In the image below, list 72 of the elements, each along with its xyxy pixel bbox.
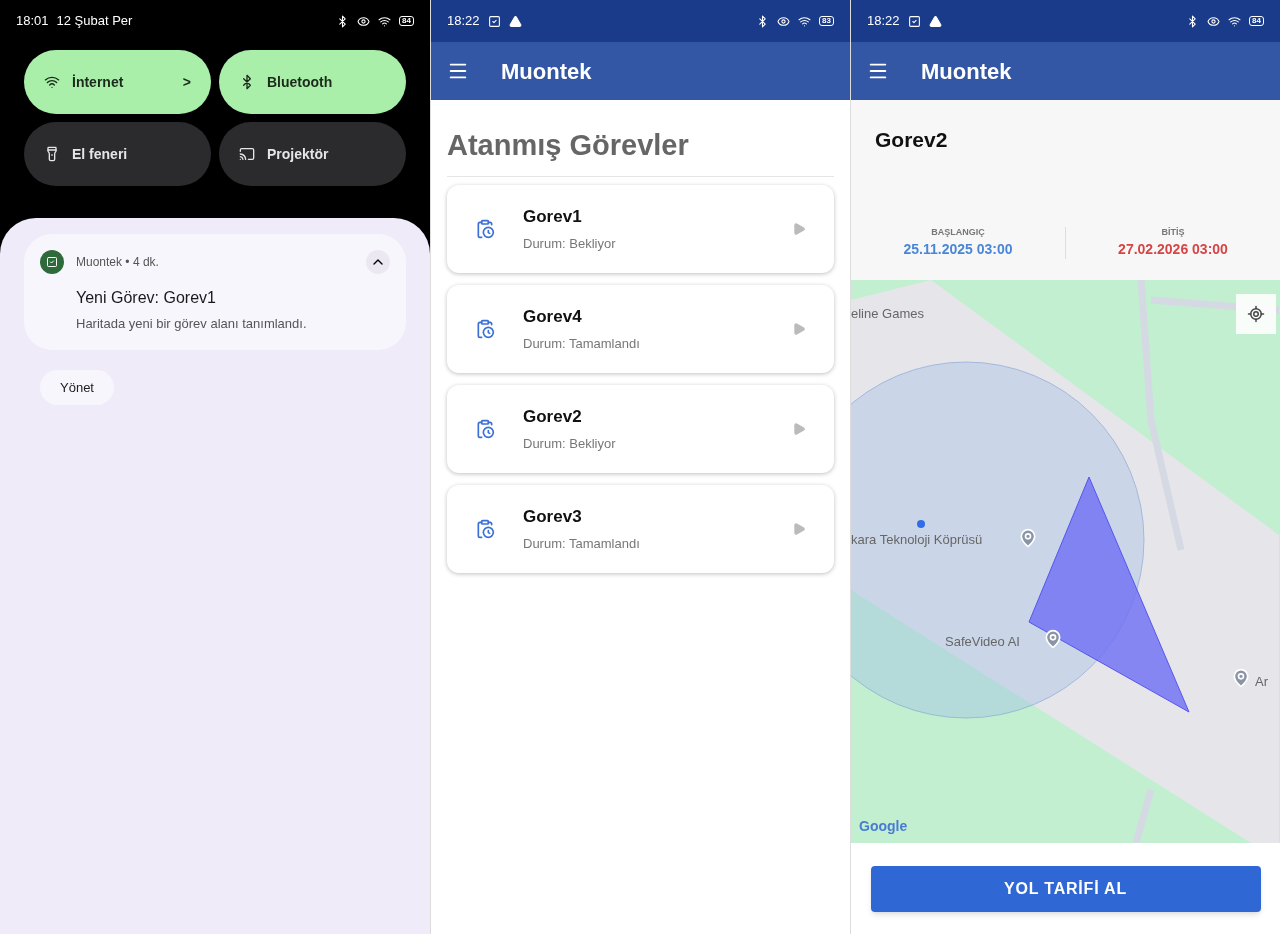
play-arrow-icon bbox=[792, 221, 806, 236]
map-pin-icon[interactable] bbox=[1043, 629, 1063, 649]
manage-button[interactable]: Yönet bbox=[40, 369, 114, 405]
play-arrow-icon bbox=[792, 321, 806, 336]
quick-setting-tile[interactable]: Projektör bbox=[219, 122, 406, 186]
clipboard-clock-icon bbox=[475, 318, 495, 339]
map[interactable]: eline Games kara Teknoloji Köprüsü SafeVideo AI Ar Google bbox=[851, 280, 1280, 843]
notification-text: Haritada yeni bir görev alanı tanımlandı. bbox=[76, 315, 308, 333]
my-location-button[interactable] bbox=[1236, 294, 1276, 334]
battery-icon: 83 bbox=[819, 16, 834, 26]
task-name: Gorev2 bbox=[523, 406, 583, 428]
task-name: Gorev4 bbox=[523, 306, 583, 328]
task-status: Durum: Bekliyor bbox=[523, 234, 617, 253]
task-name: Gorev3 bbox=[523, 506, 583, 528]
task-title: Gorev2 bbox=[874, 127, 949, 153]
quick-setting-tile[interactable]: İnternet > bbox=[24, 50, 211, 114]
crosshair-icon bbox=[1247, 305, 1265, 323]
start-label: BAŞLANGIÇ bbox=[931, 225, 985, 239]
battery-icon: 84 bbox=[399, 16, 414, 26]
clipboard-clock-icon bbox=[475, 418, 495, 439]
task-status: Durum: Tamamlandı bbox=[523, 334, 641, 353]
app-title: Muontek bbox=[501, 57, 592, 86]
checkbox-icon bbox=[487, 14, 501, 28]
end-label: BİTİŞ bbox=[1161, 225, 1185, 239]
eye-icon bbox=[357, 14, 371, 28]
map-pin-icon[interactable] bbox=[1018, 528, 1038, 548]
wifi-icon bbox=[378, 14, 392, 28]
task-card[interactable]: Gorev1 Durum: Bekliyor bbox=[447, 184, 834, 273]
task-card[interactable]: Gorev4 Durum: Tamamlandı bbox=[447, 284, 834, 373]
notification-app: Muontek • 4 dk. bbox=[76, 254, 160, 271]
warning-icon bbox=[508, 14, 522, 28]
start-date: 25.11.2025 03:00 bbox=[903, 240, 1013, 259]
wifi-icon bbox=[1228, 14, 1242, 28]
page-heading: Atanmış Görevler bbox=[447, 100, 834, 177]
map-label: kara Teknoloji Köprüsü bbox=[851, 531, 983, 549]
battery-icon: 84 bbox=[1249, 16, 1264, 26]
task-card[interactable]: Gorev2 Durum: Bekliyor bbox=[447, 384, 834, 473]
play-arrow-icon bbox=[792, 421, 806, 436]
task-card[interactable]: Gorev3 Durum: Tamamlandı bbox=[447, 484, 834, 573]
app-title: Muontek bbox=[921, 57, 1012, 86]
warning-icon bbox=[928, 14, 942, 28]
play-arrow-icon bbox=[792, 521, 806, 536]
quick-setting-tile[interactable]: Bluetooth bbox=[219, 50, 406, 114]
quick-setting-tile[interactable]: El feneri bbox=[24, 122, 211, 186]
notification-title: Yeni Görev: Gorev1 bbox=[76, 288, 217, 308]
status-time: 18:22 bbox=[447, 12, 480, 31]
checkbox-icon bbox=[907, 14, 921, 28]
task-name: Gorev1 bbox=[523, 206, 583, 228]
app-icon bbox=[40, 250, 64, 274]
wifi-icon bbox=[798, 14, 812, 28]
eye-icon bbox=[777, 14, 791, 28]
map-attribution: Google bbox=[859, 817, 908, 836]
status-date: 12 Şubat Per bbox=[56, 12, 133, 31]
chevron-text: > bbox=[182, 72, 191, 92]
status-time: 18:22 bbox=[867, 12, 900, 31]
task-status: Durum: Bekliyor bbox=[523, 434, 617, 453]
map-pin-icon[interactable] bbox=[1231, 668, 1251, 688]
map-label: eline Games bbox=[851, 305, 924, 323]
status-time: 18:01 bbox=[16, 12, 49, 31]
map-label: SafeVideo AI bbox=[945, 633, 1020, 651]
eye-icon bbox=[1207, 14, 1221, 28]
task-status: Durum: Tamamlandı bbox=[523, 534, 641, 553]
projector-icon bbox=[239, 146, 255, 162]
clipboard-clock-icon bbox=[475, 518, 495, 539]
directions-button[interactable]: YOL TARİFİ AL bbox=[870, 865, 1261, 912]
flashlight-icon bbox=[44, 146, 60, 162]
collapse-button[interactable] bbox=[366, 250, 390, 274]
clipboard-clock-icon bbox=[475, 218, 495, 239]
wifi-icon bbox=[44, 74, 60, 90]
notification-card[interactable]: Muontek • 4 dk. Yeni Görev: Gorev1 Haritada yeni bir görev alanı tanımlandı. bbox=[24, 234, 406, 350]
end-date: 27.02.2026 03:00 bbox=[1118, 240, 1228, 259]
map-label: Ar bbox=[1255, 673, 1268, 691]
